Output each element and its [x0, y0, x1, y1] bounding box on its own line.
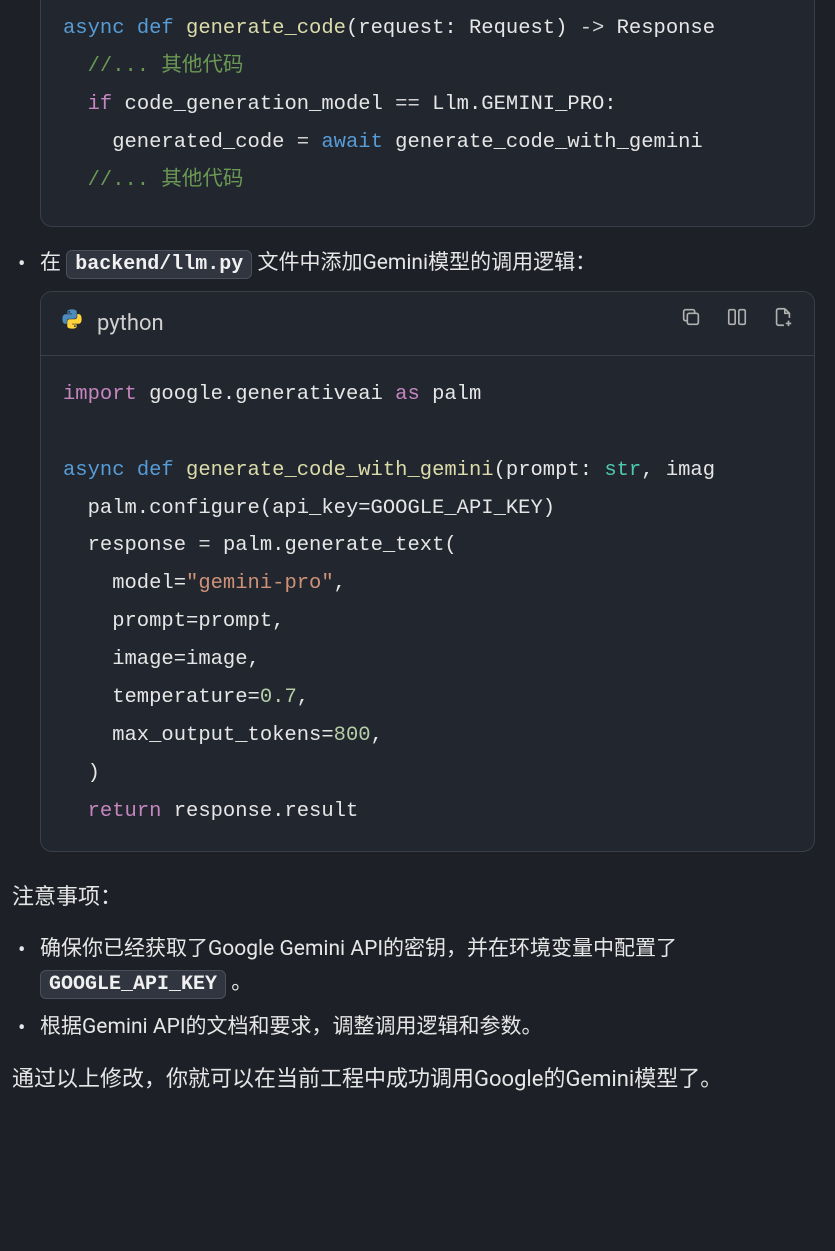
text: 确保你已经获取了Google Gemini API的密钥，并在环境变量中配置了	[40, 937, 677, 961]
inline-code: GOOGLE_API_KEY	[40, 970, 226, 999]
text: 文件中添加Gemini模型的调用逻辑：	[257, 251, 596, 275]
closing-paragraph: 通过以上修改，你就可以在当前工程中成功调用Google的Gemini模型了。	[0, 1054, 835, 1105]
language-text: python	[97, 306, 164, 341]
bullet-list: 在 backend/llm.py 文件中添加Gemini模型的调用逻辑：	[0, 247, 835, 281]
text: 根据Gemini API的文档和要求，调整调用逻辑和参数。	[40, 1015, 543, 1039]
code-content: async def generate_code(request: Request…	[41, 0, 814, 226]
code-block-generate-code: async def generate_code(request: Request…	[40, 0, 815, 227]
list-item: 确保你已经获取了Google Gemini API的密钥，并在环境变量中配置了 …	[10, 933, 835, 1001]
notes-heading: 注意事项：	[0, 872, 835, 923]
code-language-label: python	[61, 306, 164, 341]
text: 在	[40, 251, 66, 275]
inline-code-filepath: backend/llm.py	[66, 250, 252, 279]
list-item: 在 backend/llm.py 文件中添加Gemini模型的调用逻辑：	[10, 247, 835, 281]
insert-icon[interactable]	[726, 306, 748, 340]
code-content: import google.generativeai as palm async…	[41, 356, 814, 851]
list-item: 根据Gemini API的文档和要求，调整调用逻辑和参数。	[10, 1011, 835, 1045]
code-block-llm: python import google.generativeai as pal…	[40, 291, 815, 852]
code-actions	[680, 306, 794, 340]
text: 。	[226, 971, 252, 995]
code-header: python	[41, 292, 814, 356]
new-file-icon[interactable]	[772, 306, 794, 340]
notes-list: 确保你已经获取了Google Gemini API的密钥，并在环境变量中配置了 …	[0, 933, 835, 1044]
copy-icon[interactable]	[680, 306, 702, 340]
python-icon	[61, 306, 83, 341]
